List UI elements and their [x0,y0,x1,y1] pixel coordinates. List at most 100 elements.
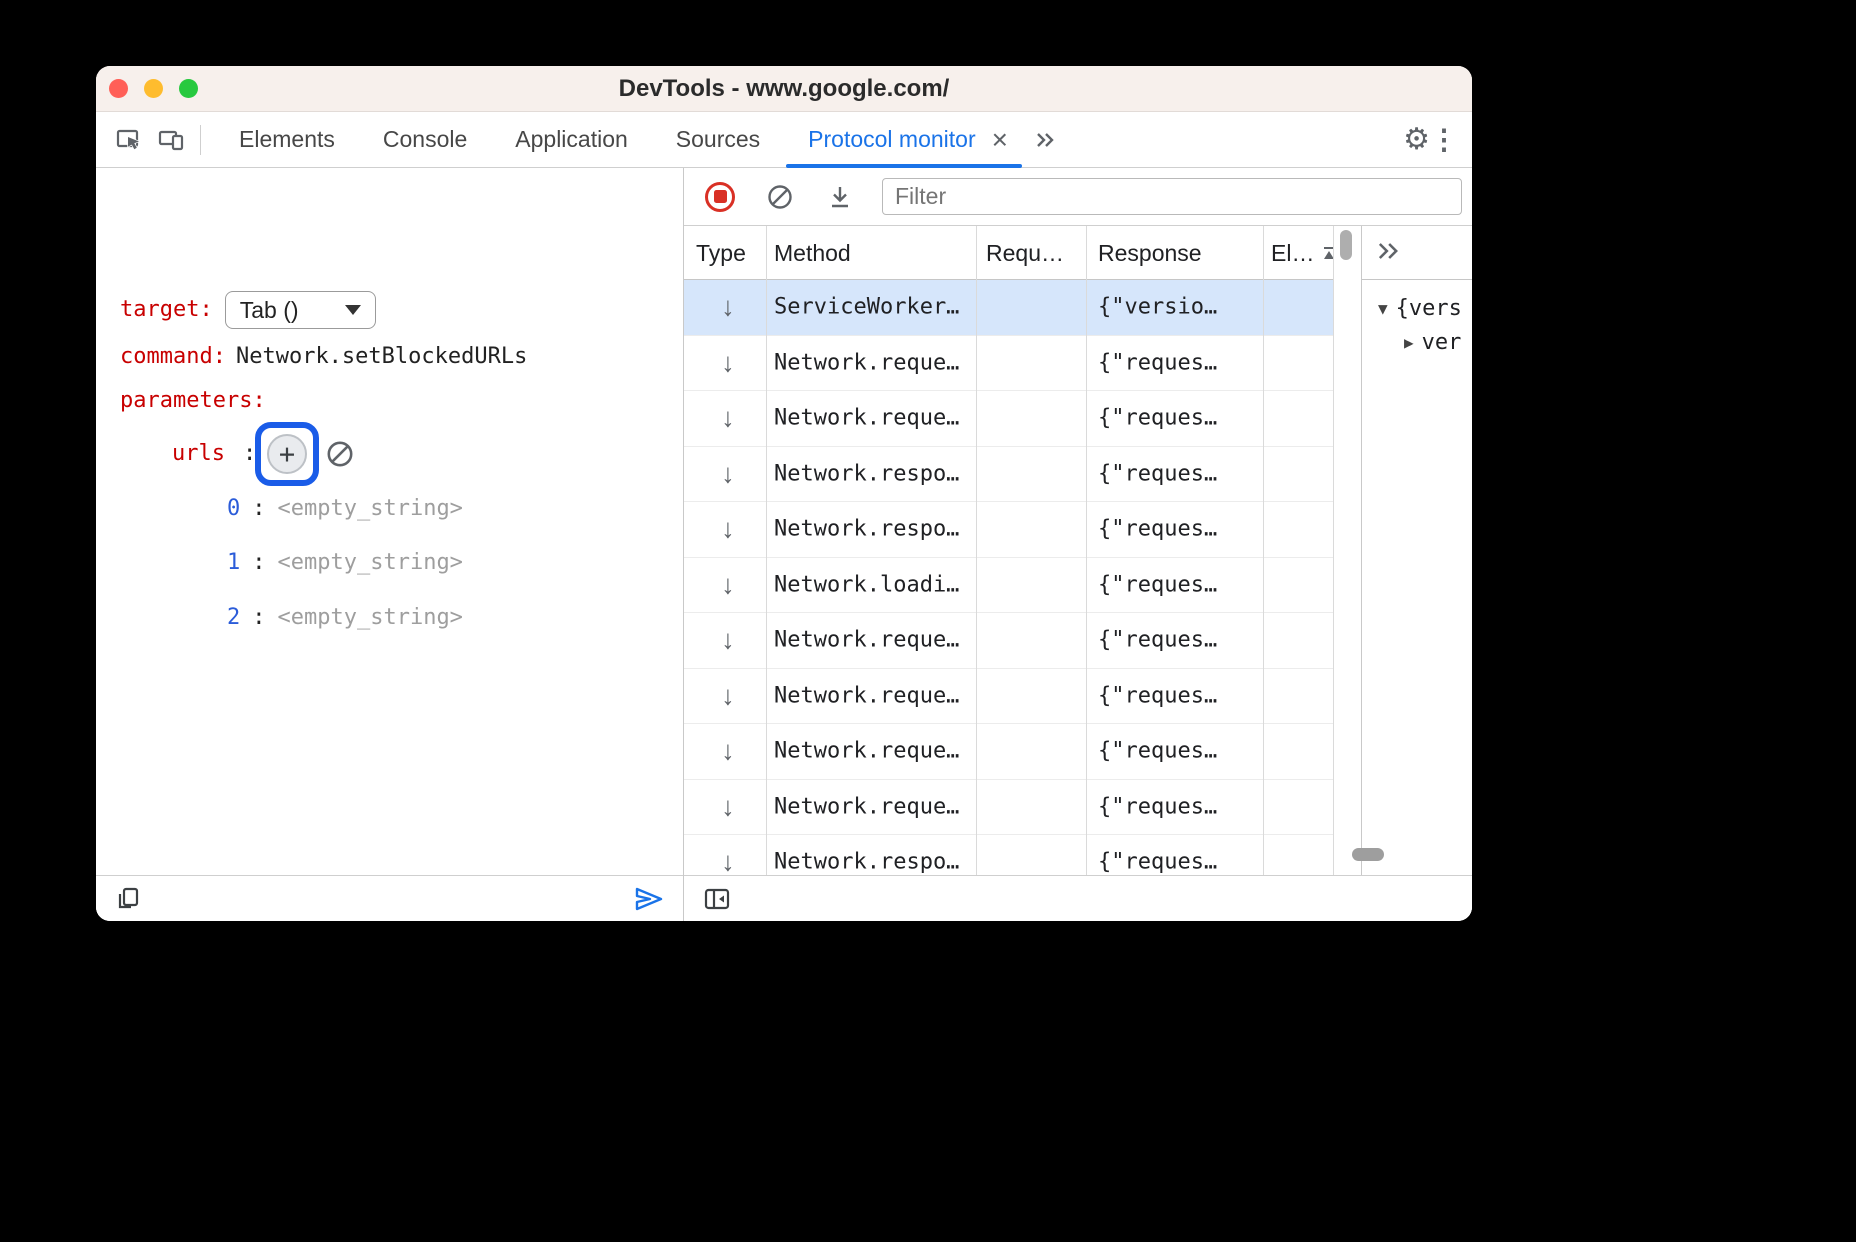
column-divider [766,226,767,875]
highlight-ring: + [255,422,319,486]
url-item: 2 : <empty_string> [227,602,463,634]
record-button[interactable] [700,177,740,217]
block-icon [324,438,356,470]
table-row[interactable]: ↓ Network.reque… {"reques… [684,780,1333,836]
devtools-window: DevTools - www.google.com/ Elements Cons… [96,66,1472,921]
close-tab-icon[interactable]: × [992,126,1008,154]
clear-icon [765,182,795,212]
copy-command-button[interactable] [114,885,142,913]
cell-response: {"reques… [1098,683,1261,708]
table-row[interactable]: ↓ Network.respo… {"reques… [684,502,1333,558]
record-stop-icon [705,182,735,212]
tab-sources[interactable]: Sources [652,112,784,168]
tab-application[interactable]: Application [491,112,652,168]
cell-method: Network.respo… [774,461,974,486]
cell-method: Network.reque… [774,350,974,375]
expand-details-button[interactable] [1374,237,1402,268]
parameters-label: parameters: [120,385,266,417]
column-header-elapsed[interactable]: El… [1271,226,1338,280]
kebab-menu-icon: ⋮ [1430,124,1458,155]
cell-method: Network.reque… [774,683,974,708]
colon: : [252,493,265,525]
type-arrow-icon: ↓ [714,403,742,434]
collapse-caret-icon: ▼ [1378,299,1388,318]
tree-root-row[interactable]: ▼ {vers [1378,292,1462,324]
table-row[interactable]: ↓ Network.reque… {"reques… [684,669,1333,725]
column-header-response[interactable]: Response [1098,226,1202,280]
type-arrow-icon: ↓ [714,791,742,822]
menu-button[interactable]: ⋮ [1430,123,1458,156]
inspect-icon [114,125,144,155]
cell-response: {"reques… [1098,572,1261,597]
toggle-sidebar-button[interactable] [702,884,732,914]
cell-response: {"versio… [1098,295,1261,320]
column-label: El… [1271,240,1314,267]
horizontal-scrollbar-thumb[interactable] [1352,848,1384,861]
tab-label: Sources [676,126,760,153]
tab-label: Application [515,126,628,153]
vertical-scrollbar-thumb[interactable] [1340,230,1352,260]
tab-label: Console [383,126,467,153]
table-row[interactable]: ↓ Network.respo… {"reques… [684,835,1333,875]
column-divider [1333,226,1334,875]
toolbar-separator [200,125,201,155]
cell-method: Network.reque… [774,739,974,764]
tree-child-row[interactable]: ▶ ver [1404,326,1461,358]
url-value[interactable]: <empty_string> [278,493,463,525]
url-index: 1 [227,547,240,579]
column-divider [1263,226,1264,875]
url-value[interactable]: <empty_string> [278,602,463,634]
save-button[interactable] [820,177,860,217]
grid-rows: ↓ ServiceWorker… {"versio… ↓ Network.req… [684,280,1333,875]
cell-method: Network.loadi… [774,572,974,597]
cell-response: {"reques… [1098,406,1261,431]
filter-input[interactable] [882,178,1462,215]
tab-label: Protocol monitor [808,126,975,153]
table-row[interactable]: ↓ Network.reque… {"reques… [684,613,1333,669]
clear-button[interactable] [760,177,800,217]
column-label: Requ… [986,240,1064,267]
add-url-button[interactable]: + [267,434,307,474]
more-tabs-button[interactable] [1024,118,1066,162]
table-row[interactable]: ↓ Network.reque… {"reques… [684,336,1333,392]
column-label: Type [696,240,746,267]
settings-button[interactable]: ⚙ [1403,122,1430,157]
type-arrow-icon: ↓ [714,625,742,656]
column-header-request[interactable]: Requ… [986,226,1064,280]
device-toolbar-button[interactable] [150,118,192,162]
clear-urls-button[interactable] [324,438,356,470]
cell-method: Network.respo… [774,517,974,542]
grid-header: Type Method Requ… Response El… [684,226,1333,280]
table-row[interactable]: ↓ Network.loadi… {"reques… [684,558,1333,614]
download-icon [825,182,855,212]
column-divider [976,226,977,875]
type-arrow-icon: ↓ [714,514,742,545]
target-select-value: Tab () [240,294,299,326]
colon: : [252,547,265,579]
target-label: target: [120,294,213,326]
table-row[interactable]: ↓ ServiceWorker… {"versio… [684,280,1333,336]
window-title: DevTools - www.google.com/ [96,66,1472,112]
inspect-button[interactable] [108,118,150,162]
details-header [1362,226,1472,280]
double-chevron-right-icon [1374,237,1402,265]
cell-method: Network.respo… [774,850,974,875]
tab-console[interactable]: Console [359,112,491,168]
table-row[interactable]: ↓ Network.reque… {"reques… [684,391,1333,447]
column-header-type[interactable]: Type [696,226,746,280]
url-item: 0 : <empty_string> [227,493,463,525]
table-row[interactable]: ↓ Network.reque… {"reques… [684,724,1333,780]
target-select[interactable]: Tab () [225,291,376,329]
device-toolbar-icon [156,125,186,155]
command-value[interactable]: Network.setBlockedURLs [236,341,527,373]
column-header-method[interactable]: Method [774,226,851,280]
tree-root-text: {vers [1396,296,1462,321]
tab-elements[interactable]: Elements [215,112,359,168]
send-command-button[interactable] [631,882,665,916]
url-value[interactable]: <empty_string> [278,547,463,579]
table-row[interactable]: ↓ Network.respo… {"reques… [684,447,1333,503]
url-index: 0 [227,493,240,525]
copy-icon [114,885,142,913]
command-label: command: [120,341,226,373]
tab-protocol-monitor[interactable]: Protocol monitor × [784,112,1024,168]
